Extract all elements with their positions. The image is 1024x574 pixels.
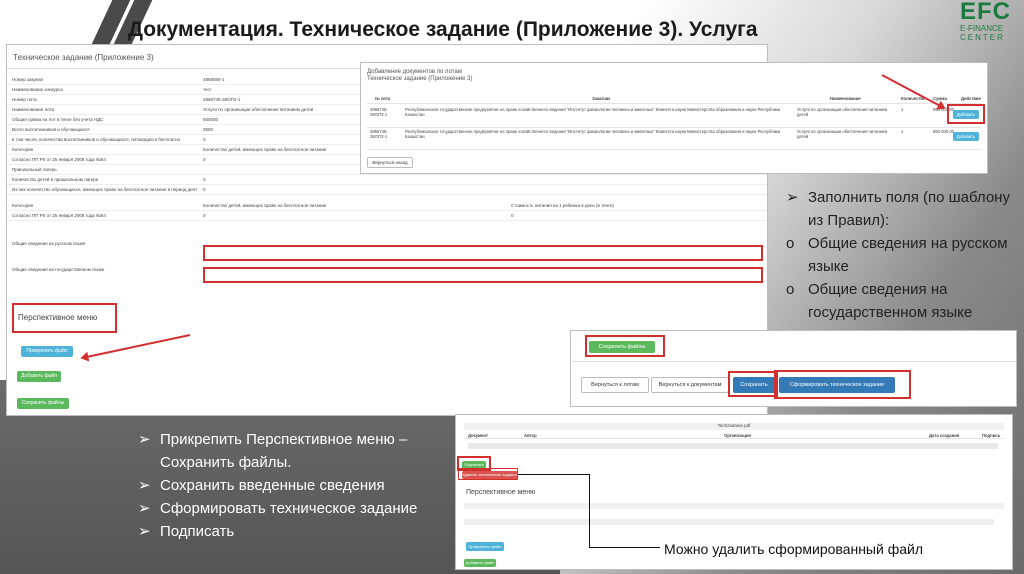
form-row-label: Номер закупки [12, 77, 43, 82]
file-row-header [464, 503, 1004, 509]
form-row-label: Категория [12, 203, 34, 208]
add-file-button[interactable]: Добавить файл [464, 559, 496, 567]
general-info-ru-field[interactable] [203, 245, 763, 261]
table-header: № лота Заказчик Наименование Количество … [367, 95, 982, 104]
instruction-list-left: ➢ Прикрепить Перспективное меню – Сохрани… [138, 428, 458, 543]
table-row: 4868745-ЗКОП2-1 Республиканское государс… [367, 106, 982, 128]
form-row-value: 4868059-1 [203, 77, 225, 82]
caption-line [589, 474, 590, 547]
highlight-add-button [947, 104, 985, 124]
add-file-button[interactable]: Добавить файл [17, 371, 61, 382]
form-row-value: 850000 [203, 117, 219, 122]
form-row-value: Количество детей, имеющих право на беспл… [203, 147, 327, 152]
table-header: Документ Автор Организация Дата создания… [464, 432, 1004, 439]
form-row-label: Категория [12, 147, 34, 152]
form-row-label: Общие сведения на русском языке [12, 241, 86, 246]
form-row-value: 0 [511, 213, 514, 218]
highlight-delete [458, 468, 518, 480]
logo-main: EFC [960, 0, 1011, 25]
logo-sub: CENTER [960, 33, 1005, 42]
form-row-label: Общая сумма на лот в тенге без учета НДС [12, 117, 104, 122]
form-row-label: Общие сведения на государственном языке [12, 267, 105, 272]
highlight-save [728, 371, 778, 397]
form-row-label: Из них количество обучающихся, имеющих п… [12, 187, 197, 192]
form-row: Категория Количество детей, имеющих право… [7, 201, 767, 211]
form-row-label: согласно ПП РК от 25 января 2008 года №6… [12, 213, 106, 218]
form-row-value: тест [203, 87, 212, 92]
attach-file-button[interactable]: Прикрепить файл [21, 346, 73, 357]
blurred-row [468, 443, 998, 449]
form-row-value: 0 [203, 187, 206, 192]
form-row-label: в том числе, количества воспитанников и … [12, 137, 181, 142]
back-to-lots-button[interactable]: Вернуться к лотам [581, 377, 649, 393]
instruction-item: o Общие сведения на государственном языке [786, 281, 973, 321]
form-row-label: Наименование лота [12, 107, 55, 112]
add-document-button[interactable]: Добавить [953, 132, 979, 141]
docs-panel-title: Добавление документов по лотам [367, 69, 462, 75]
caption-line [518, 474, 590, 475]
form-row-label: Наименование конкурса [12, 87, 63, 92]
form-row-value: 4868745-ЗКОП2-1 [203, 97, 241, 102]
general-info-kz-field[interactable] [203, 267, 763, 283]
instruction-list-right: ➢ Заполнить поля (по шаблону из Правил): … [782, 186, 1022, 324]
slide-title: Документация. Техническое задание (Прило… [128, 18, 758, 41]
back-to-docs-button[interactable]: Вернуться к документам [651, 377, 729, 393]
add-documents-panel: Добавление документов по лотам Техническ… [360, 62, 988, 174]
perspective-menu-title: Перспективное меню [12, 303, 117, 333]
form-row-label: Всего воспитанников и обучающихся [12, 127, 90, 132]
highlight-generate [774, 370, 911, 399]
instruction-item: o Общие сведения на русском языке [786, 235, 1008, 275]
delete-file-caption: Можно удалить сформированный файл [660, 541, 927, 557]
logo-sub: E-FINANCE [960, 24, 1004, 33]
form-row-value: Стоимость питания на 1 ребенка в день (в… [511, 203, 614, 208]
instruction-item: ➢ Подписать [138, 523, 235, 540]
file-name: Techzadanie.pdf [464, 423, 1004, 430]
blurred-row [464, 519, 994, 525]
instruction-item: ➢ Прикрепить Перспективное меню – Сохрани… [138, 431, 408, 471]
instruction-item: ➢ Сохранить введенные сведения [138, 477, 385, 494]
perspective-menu-title: Перспективное меню [466, 489, 536, 496]
form-row-value: 0 [203, 213, 206, 218]
form-row-value: 3500 [203, 127, 214, 132]
instruction-item: ➢ Сформировать техническое задание [138, 500, 418, 517]
instruction-item: ➢ Заполнить поля (по шаблону из Правил): [786, 189, 1010, 229]
form-row-value: Услуги по организации обеспечения питани… [203, 107, 314, 112]
attach-file-button[interactable]: Прикрепить файл [466, 542, 504, 551]
go-back-button[interactable]: Вернуться назад [367, 157, 413, 168]
form-row-value: 0 [203, 177, 206, 182]
form-row-label: Пришкольный лагерь [12, 167, 57, 172]
form-row: Из них количество обучающихся, имеющих п… [7, 185, 767, 195]
form-row: Количество детей в пришкольном лагере 0 [7, 175, 767, 185]
efc-logo: EFC E-FINANCE CENTER [960, 0, 1024, 50]
caption-line [589, 547, 661, 548]
table-row: 4868745-ЗКОП2-1 Республиканское государс… [367, 128, 982, 150]
form-row-value: 0 [203, 137, 206, 142]
save-files-button[interactable]: Сохранить файлы [17, 398, 69, 409]
form-row-label: Номер лота [12, 97, 37, 102]
highlight-save-files [585, 335, 665, 357]
form-row-value: Количество детей, имеющих право на беспл… [203, 203, 327, 208]
form-row-value: 0 [203, 157, 206, 162]
form-row: согласно ПП РК от 25 января 2008 года №6… [7, 211, 767, 221]
form-row-label: Количество детей в пришкольном лагере [12, 177, 99, 182]
form-row-label: согласно ПП РК от 25 января 2008 года №6… [12, 157, 106, 162]
